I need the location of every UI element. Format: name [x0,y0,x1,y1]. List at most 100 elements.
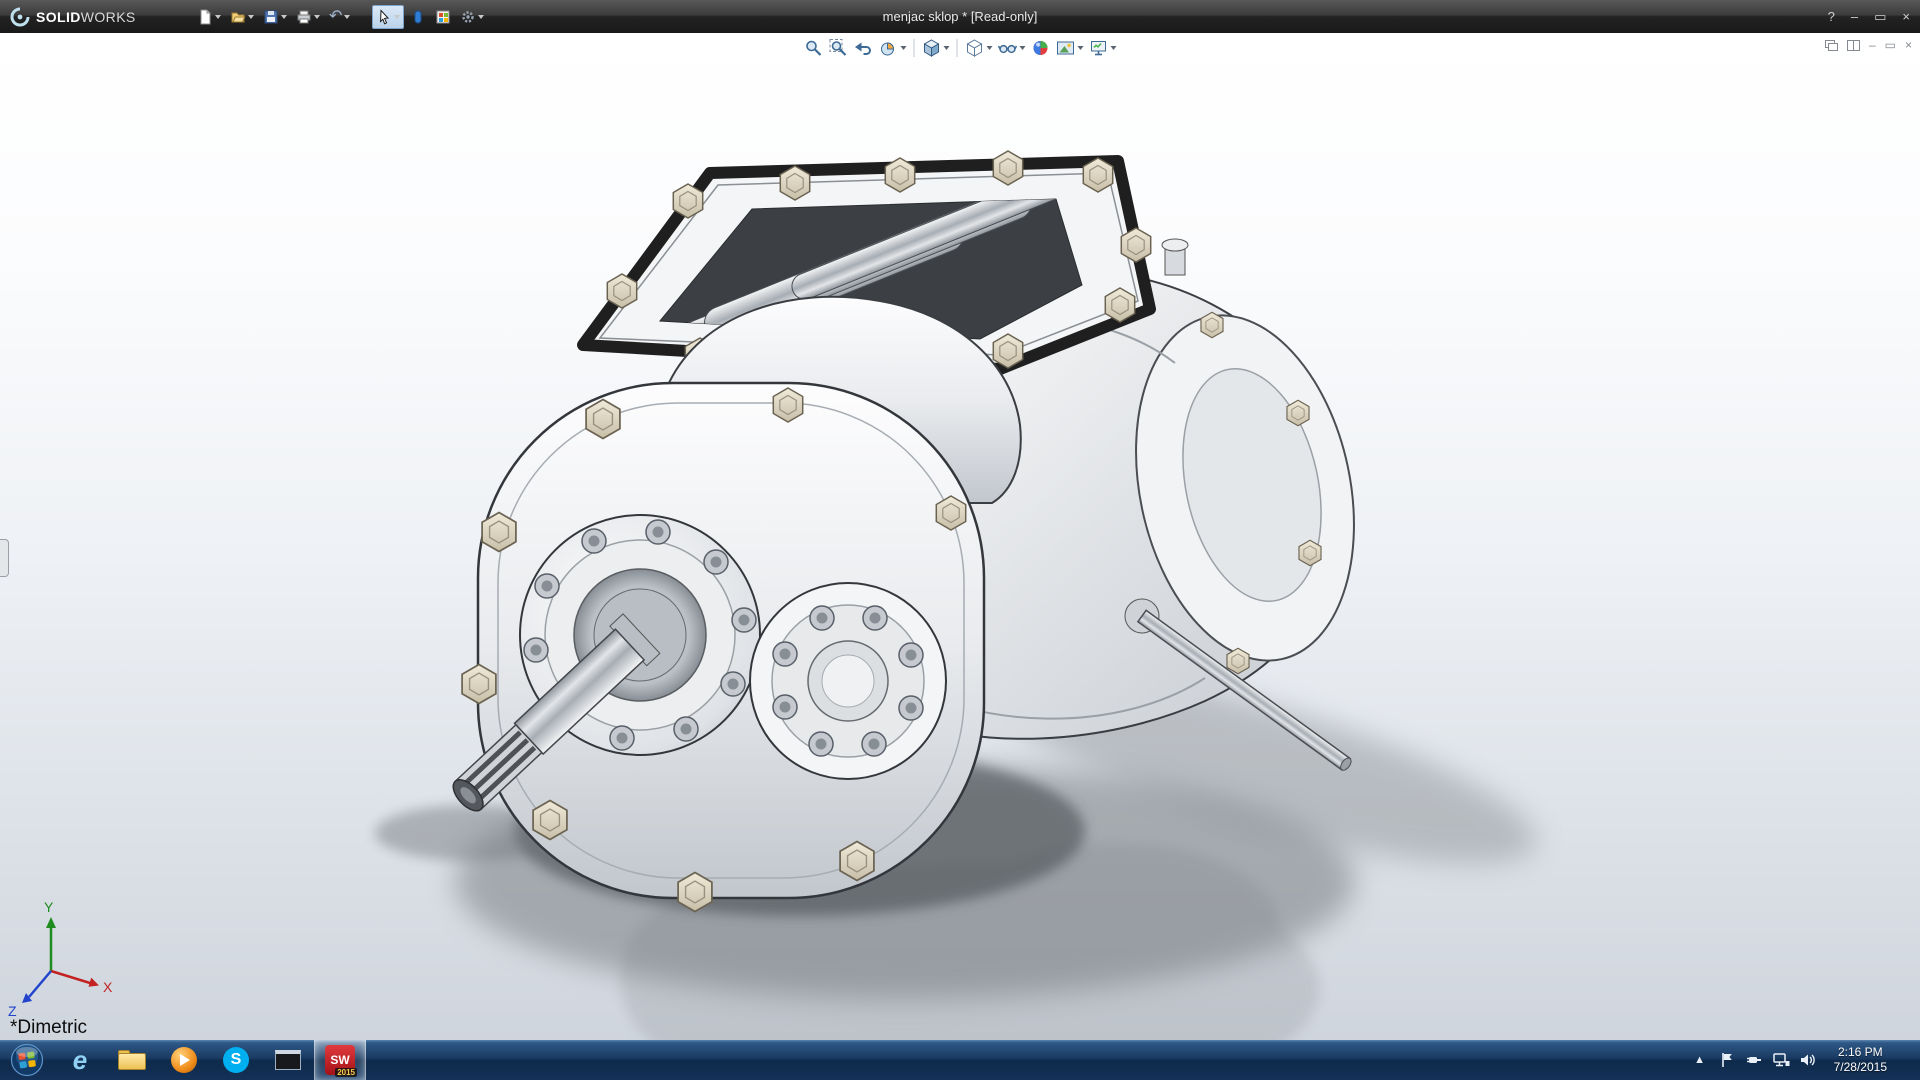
taskbar: e S SW 2015 ▲ [0,1040,1920,1080]
taskbar-item-media-player[interactable] [158,1040,210,1080]
hide-show-glasses-icon [998,38,1018,58]
layshaft-bearing-cover[interactable] [750,583,946,779]
chevron-down-icon[interactable] [1020,46,1026,50]
view-orientation-cube-icon [922,38,942,58]
command-prompt-icon [275,1050,301,1070]
triad-y-label: Y [44,899,54,915]
title-toolbar: ↶ [194,5,487,29]
section-view-button[interactable] [877,36,909,60]
start-button[interactable] [0,1040,54,1080]
view-orientation-button[interactable] [920,36,952,60]
tile-windows-icon[interactable] [1847,40,1860,51]
taskbar-item-windows-explorer[interactable] [106,1040,158,1080]
chevron-down-icon[interactable] [987,46,993,50]
chevron-down-icon[interactable] [1111,46,1117,50]
taskbar-item-solidworks[interactable]: SW 2015 [314,1040,366,1080]
restore-button[interactable]: ▭ [1874,9,1886,25]
network-status-icon[interactable] [1771,1047,1791,1073]
zoom-to-fit-button[interactable] [802,36,826,60]
zoom-to-area-icon [829,38,849,58]
chevron-down-icon[interactable] [314,15,320,19]
chevron-down-icon[interactable] [901,46,907,50]
volume-icon[interactable] [1798,1047,1818,1073]
new-document-button[interactable] [194,5,224,29]
featuremanager-flyout-tab[interactable] [0,539,9,577]
chevron-down-icon[interactable] [344,15,350,19]
instant3d-button[interactable] [407,5,429,29]
new-window-icon[interactable] [1825,40,1838,51]
appearance-ball-icon [1031,38,1051,58]
select-cursor-icon [376,9,392,25]
document-close-button[interactable]: × [1905,38,1912,52]
display-style-icon [965,38,985,58]
help-button[interactable]: ? [1828,9,1835,25]
options-gear-icon [460,9,476,25]
triad-x-label: X [103,979,113,995]
show-hidden-icons-button[interactable]: ▲ [1690,1047,1710,1073]
open-button[interactable] [227,5,257,29]
view-settings-button[interactable] [1087,36,1119,60]
chevron-down-icon[interactable] [1078,46,1084,50]
graphics-viewport[interactable]: Y X Z [0,33,1920,1040]
action-center-flag-icon[interactable] [1717,1047,1737,1073]
rebuild-icon [435,9,451,25]
apply-scene-button[interactable] [1054,36,1086,60]
select-tool-button[interactable] [372,5,404,29]
undo-icon: ↶ [329,9,342,25]
previous-view-button[interactable] [852,36,876,60]
chevron-down-icon[interactable] [478,15,484,19]
taskbar-item-command-prompt[interactable] [262,1040,314,1080]
power-plug-icon[interactable] [1744,1047,1764,1073]
options-button[interactable] [457,5,487,29]
skype-icon: S [223,1047,249,1073]
print-button[interactable] [293,5,323,29]
document-restore-button[interactable]: ▭ [1885,38,1896,52]
heads-up-toolbar [802,36,1119,60]
taskbar-clock[interactable]: 2:16 PM 7/28/2015 [1825,1045,1896,1075]
view-settings-icon [1089,38,1109,58]
solidworks-logo-mark [10,7,30,27]
clock-time: 2:16 PM [1834,1045,1887,1060]
windows-start-orb-icon [10,1043,44,1077]
save-icon [263,9,279,25]
clock-date: 7/28/2015 [1834,1060,1887,1075]
folder-icon [118,1050,146,1070]
titlebar-window-controls: ? – ▭ × [1828,9,1910,25]
section-view-icon [879,38,899,58]
document-minimize-button[interactable]: – [1869,38,1876,52]
screen: SOLIDWORKS [0,0,1920,1080]
edit-appearance-button[interactable] [1029,36,1053,60]
new-document-icon [197,9,213,25]
undo-button[interactable]: ↶ [326,5,353,29]
close-button[interactable]: × [1902,9,1910,25]
print-icon [296,9,312,25]
save-button[interactable] [260,5,290,29]
rebuild-button[interactable] [432,5,454,29]
display-style-button[interactable] [963,36,995,60]
toolbar-separator [914,39,915,57]
chevron-down-icon[interactable] [944,46,950,50]
view-orientation-label: *Dimetric [10,1017,87,1039]
taskbar-item-skype[interactable]: S [210,1040,262,1080]
internet-explorer-icon: e [73,1047,87,1073]
minimize-button[interactable]: – [1851,9,1858,25]
open-folder-icon [230,9,246,25]
solidworks-icon-glyph: SW [330,1053,349,1067]
solidworks-version-badge: 2015 [335,1068,357,1077]
chevron-down-icon[interactable] [248,15,254,19]
hide-show-items-button[interactable] [996,36,1028,60]
apply-scene-icon [1056,38,1076,58]
chevron-down-icon[interactable] [394,15,400,19]
gearbox-model-canvas[interactable]: Y X Z [0,33,1920,1040]
title-bar: SOLIDWORKS [0,0,1920,33]
instant3d-icon [410,9,426,25]
chevron-down-icon[interactable] [281,15,287,19]
chevron-down-icon[interactable] [215,15,221,19]
orientation-triad[interactable]: Y X Z [8,899,113,1019]
taskbar-item-internet-explorer[interactable]: e [54,1040,106,1080]
zoom-to-area-button[interactable] [827,36,851,60]
media-player-icon [171,1047,197,1073]
solidworks-logo: SOLIDWORKS [10,7,180,27]
toolbar-separator [957,39,958,57]
brand-solid: SOLID [36,9,81,25]
